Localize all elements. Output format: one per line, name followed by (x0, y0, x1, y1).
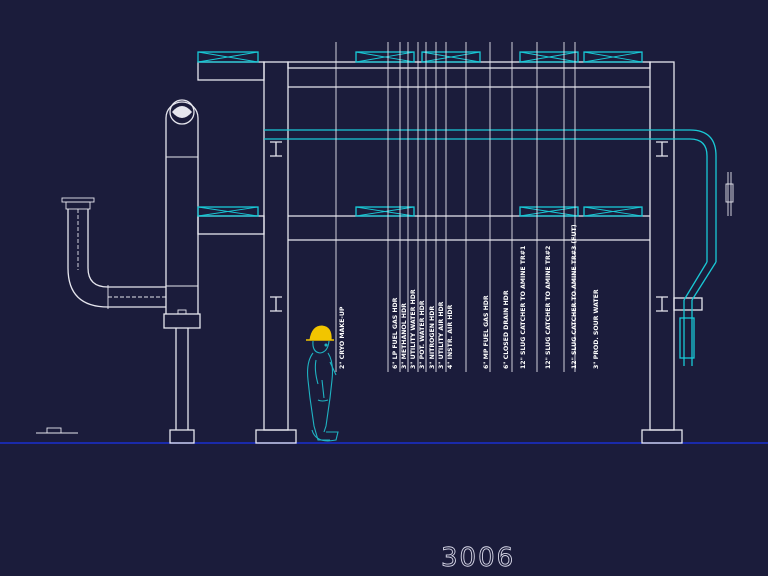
pipe-label: 6" CLOSED DRAIN HDR (503, 290, 510, 369)
ground-marker (36, 427, 78, 434)
pipe-label: 3" UTILITY AIR HDR (438, 301, 445, 369)
support-shoe (197, 206, 259, 217)
support-shoe (583, 51, 643, 63)
cyan-header-pipe (264, 129, 734, 366)
pipe-label: 2" CRYO MAKE-UP (339, 306, 346, 369)
pipe-label: 6" MP FUEL GAS HDR (483, 295, 490, 369)
pipe-label: 3" NITROGEN HDR (429, 306, 436, 369)
pipe-rack-elevation-drawing: 2" CRYO MAKE-UP 6" LP FUEL GAS HDR 3" ME… (0, 42, 768, 573)
support-shoe (583, 206, 643, 217)
pipe-labels: 2" CRYO MAKE-UP 6" LP FUEL GAS HDR 3" ME… (339, 224, 600, 369)
support-shoe (519, 51, 579, 63)
support-shoe (355, 206, 415, 217)
pipe-label: 4" INSTR. AIR HDR (447, 304, 454, 369)
pipe-label: 12" SLUG CATCHER TO AMINE TR#3 (FUT) (571, 224, 578, 369)
left-pipe-assembly (61, 197, 166, 309)
pipe-label: 3" POT. WATER HDR (419, 300, 426, 369)
pipe-label: 12" SLUG CATCHER TO AMINE TR#1 (520, 246, 527, 369)
hard-hat-icon (309, 325, 332, 341)
support-shoe (519, 206, 579, 217)
pipe-label: 12" SLUG CATCHER TO AMINE TR#2 (545, 246, 552, 369)
vertical-column (163, 99, 201, 444)
support-shoe (355, 51, 415, 63)
support-shoe (421, 51, 481, 63)
rack-frame (197, 61, 703, 444)
pipe-label: 3" PROD. SOUR WATER (593, 289, 600, 369)
support-shoe (197, 51, 259, 63)
pipe-label: 3" METHANOL HDR (401, 303, 408, 369)
sheet-number: 3006 (441, 543, 515, 573)
worker-figure-icon (306, 325, 339, 442)
pipe-label: 6" LP FUEL GAS HDR (392, 297, 399, 369)
pipe-label: 3" UTILITY WATER HDR (410, 289, 417, 369)
